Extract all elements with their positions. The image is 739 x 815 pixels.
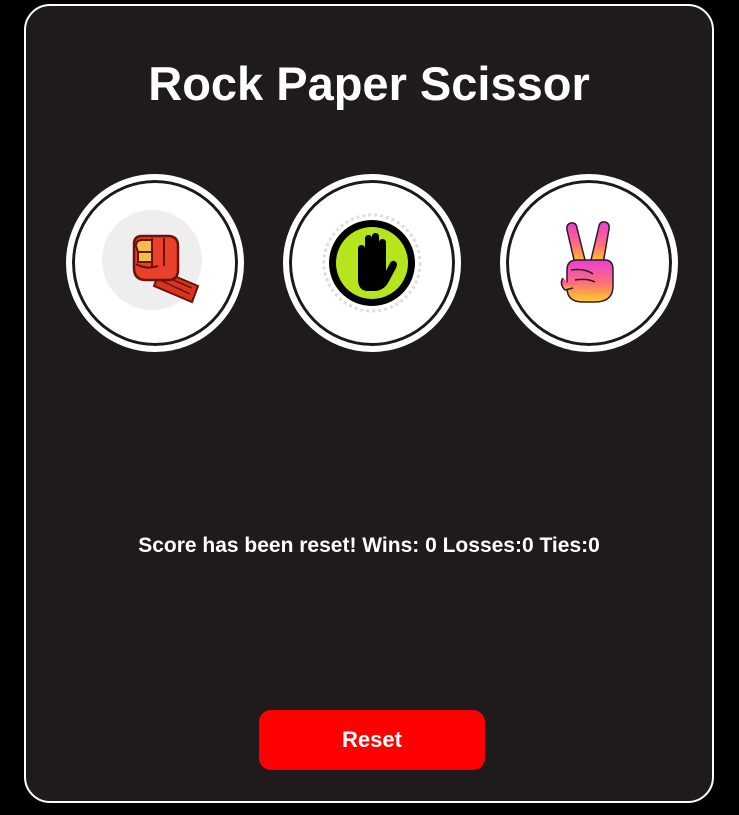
paper-icon-container — [295, 186, 449, 340]
raised-hand-icon — [322, 213, 422, 313]
victory-hand-icon — [560, 221, 614, 303]
score-message: Score has been reset! Wins: 0 Losses:0 T… — [138, 534, 600, 557]
game-card: Rock Paper Scissor Score has been reset!… — [24, 4, 714, 803]
raised-fist-icon — [102, 210, 202, 310]
page-title: Rock Paper Scissor — [148, 57, 590, 110]
reset-button[interactable]: Reset — [259, 710, 485, 770]
rock-icon-container — [78, 186, 232, 340]
scissors-button[interactable] — [500, 174, 678, 352]
scissors-icon-container — [512, 186, 666, 340]
paper-button[interactable] — [283, 174, 461, 352]
rock-button[interactable] — [66, 174, 244, 352]
